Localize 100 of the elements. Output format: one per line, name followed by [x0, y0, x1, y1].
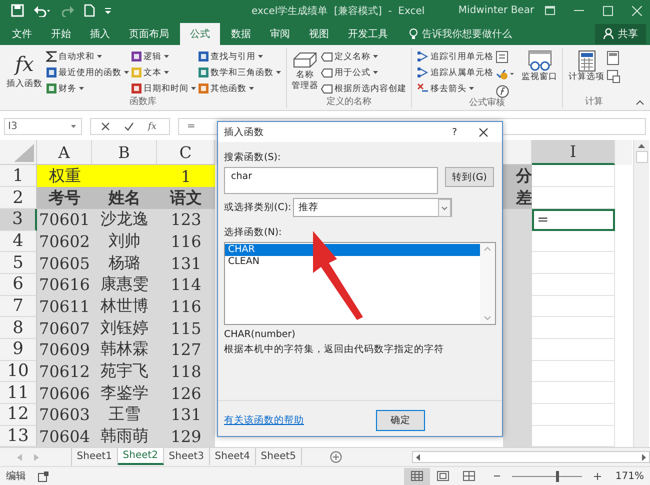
zoom-in-icon[interactable] — [594, 472, 602, 480]
ribbon-tab[interactable]: 数据 — [223, 22, 259, 45]
sheet-tab[interactable]: Sheet5 — [256, 448, 302, 466]
function-category-button[interactable]: 日期和时间 — [130, 82, 196, 96]
function-category-button[interactable]: 财务 — [46, 82, 128, 96]
table-cell: 苑宇飞 — [100, 361, 148, 382]
caret-icon — [468, 87, 474, 90]
help-button[interactable]: ? — [452, 126, 457, 138]
function-category-button[interactable]: 其他函数 — [198, 82, 280, 96]
sheet-tab[interactable]: Sheet3 — [164, 448, 210, 466]
row-header[interactable]: 1 — [0, 165, 37, 188]
ribbon-tab[interactable]: 开始 — [43, 22, 79, 45]
search-field[interactable]: char — [224, 167, 438, 194]
scroll-right-icon[interactable] — [642, 454, 646, 461]
category-dropdown[interactable]: 推荐 — [293, 198, 452, 218]
ribbon-tab[interactable]: 插入 — [82, 22, 118, 45]
ribbon-tab[interactable]: 公式 — [180, 22, 220, 45]
row-header[interactable]: 4 — [0, 230, 37, 252]
ribbon-tab[interactable]: 审阅 — [262, 22, 298, 45]
table-cell: 韩林霖 — [100, 339, 148, 360]
close-icon[interactable] — [479, 128, 488, 137]
row-header[interactable]: 10 — [0, 360, 37, 382]
table-cell: 沙龙逸 — [100, 209, 148, 230]
function-item[interactable]: CLEAN — [225, 256, 480, 268]
undo-icon[interactable] — [33, 4, 53, 18]
zoom-thumb[interactable] — [556, 470, 558, 482]
defined-name-button[interactable]: 用于公式 — [320, 66, 406, 80]
scroll-up-icon[interactable] — [638, 144, 645, 148]
watch-window-button[interactable]: 监视窗口 — [522, 48, 558, 98]
function-category-button[interactable]: 最近使用的函数 — [46, 66, 128, 80]
ribbon-tab[interactable]: 文件 — [4, 22, 40, 45]
view-button[interactable] — [404, 468, 430, 485]
sheet-tab[interactable]: Sheet4 — [210, 448, 256, 466]
checkmark-icon[interactable] — [124, 122, 134, 132]
column-header[interactable]: I — [532, 140, 615, 166]
active-cell[interactable]: = — [532, 208, 615, 231]
customize-caret-icon[interactable] — [104, 6, 112, 15]
auditing-button[interactable]: 移去箭头 — [416, 82, 494, 96]
table-cell: 126 — [170, 384, 202, 403]
calculate-sheet-icon[interactable] — [606, 70, 620, 83]
defined-name-button[interactable]: 定义名称 — [320, 50, 406, 64]
show-formulas-icon[interactable] — [496, 50, 508, 63]
name-manager-button[interactable]: 名称 管理器 — [292, 48, 318, 97]
row-header[interactable]: 7 — [0, 296, 37, 318]
scroll-thumb[interactable] — [636, 151, 648, 164]
row-header[interactable]: 9 — [0, 338, 37, 361]
defined-name-button[interactable]: 根据所选内容创建 — [320, 82, 406, 96]
sheet-tab[interactable]: Sheet2 — [118, 448, 164, 466]
macro-recording-icon[interactable] — [38, 470, 49, 482]
ok-button[interactable]: 确定 — [376, 410, 425, 432]
row-header[interactable]: 6 — [0, 274, 37, 296]
ribbon-tab[interactable]: 开发工具 — [340, 22, 396, 45]
maximize-icon[interactable] — [603, 6, 613, 16]
row-header[interactable]: 5 — [0, 252, 37, 274]
row-header[interactable]: 12 — [0, 404, 37, 426]
caret-icon — [164, 71, 168, 74]
function-category-button[interactable]: 查找与引用 — [198, 50, 280, 64]
tell-me-field[interactable]: 告诉我你想要做什么 — [422, 26, 512, 41]
window-title: excel学生成绩单 [兼容模式] - Excel — [252, 4, 426, 18]
cancel-icon[interactable] — [101, 122, 110, 132]
function-list-label: 选择函数(N): — [224, 226, 283, 240]
ribbon-tab[interactable]: 视图 — [301, 22, 337, 45]
horizontal-scrollbar[interactable] — [412, 451, 650, 464]
go-button[interactable]: 转到(G) — [445, 167, 494, 188]
function-book-icon — [46, 67, 56, 78]
category-label: 或选择类别(C): — [224, 201, 292, 214]
trace-arrows-icon — [416, 67, 428, 78]
row-header[interactable]: 2 — [0, 187, 37, 209]
new-document-icon[interactable] — [84, 4, 95, 18]
zoom-out-icon[interactable] — [494, 473, 500, 480]
auditing-button[interactable]: 追踪从属单元格 — [416, 66, 494, 80]
function-item[interactable]: CHAR — [225, 244, 480, 256]
evaluate-formula-icon[interactable] — [496, 84, 508, 98]
share-button[interactable]: 共享 — [595, 24, 646, 44]
function-category-button[interactable]: 自动求和 — [46, 50, 128, 64]
insert-function-button[interactable]: fx 插入函数 — [6, 48, 44, 97]
error-checking-icon[interactable] — [496, 68, 514, 80]
scroll-left-icon[interactable] — [416, 454, 420, 461]
name-box[interactable]: I3 — [4, 118, 82, 136]
calculation-options-button[interactable]: 计算选项 — [568, 48, 604, 97]
ribbon-display-icon[interactable] — [545, 6, 555, 16]
row-header[interactable]: 8 — [0, 317, 37, 339]
insert-function-button[interactable]: fx — [148, 122, 156, 132]
lightbulb-icon — [409, 28, 418, 40]
table-cell: 70601 — [39, 210, 90, 230]
add-sheet-icon[interactable] — [330, 451, 342, 464]
row-header[interactable]: 11 — [0, 382, 37, 404]
row-header[interactable]: 13 — [0, 426, 37, 448]
collapse-ribbon-icon[interactable] — [636, 100, 644, 105]
function-category-button[interactable]: 逻辑 — [130, 50, 196, 64]
function-category-button[interactable]: 数学和三角函数 — [198, 66, 280, 80]
group-label: 公式审核 — [469, 98, 505, 109]
auditing-button[interactable]: 追踪引用单元格 — [416, 50, 494, 64]
save-icon[interactable] — [11, 4, 24, 18]
help-link[interactable]: 有关该函数的帮助 — [224, 414, 304, 428]
ribbon-tab[interactable]: 页面布局 — [121, 22, 177, 45]
vertical-scrollbar[interactable] — [633, 140, 649, 448]
function-category-button[interactable]: 文本 — [130, 66, 196, 80]
calculator-icon[interactable] — [606, 50, 618, 65]
row-header[interactable]: 3 — [0, 208, 37, 231]
